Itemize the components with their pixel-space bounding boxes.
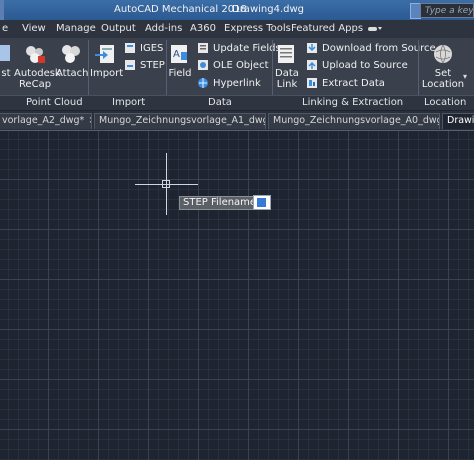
doc-tab-a1[interactable]: Mungo_Zeichnungsvorlage_A1_dwg*×	[94, 113, 266, 129]
group-label-linking-extraction: Linking & Extraction	[302, 97, 404, 108]
group-label-data: Data	[208, 97, 232, 108]
iges-button[interactable]: IGES	[124, 42, 163, 56]
data-link-button[interactable]: Data Link	[274, 43, 300, 90]
import-icon	[95, 45, 114, 63]
ole-object-icon	[198, 60, 208, 70]
extract-data-icon	[307, 78, 317, 88]
step-icon	[125, 60, 135, 70]
hyperlink-icon	[198, 78, 208, 88]
document-title: Drawing4.dwg	[232, 4, 304, 15]
import-button[interactable]: Import	[90, 43, 123, 79]
download-from-source-button[interactable]: Download from Source	[306, 42, 436, 56]
point-cloud-icon	[0, 45, 10, 61]
iges-icon	[125, 43, 135, 53]
tab-express-tools[interactable]: Express Tools	[224, 23, 291, 34]
upload-to-source-button[interactable]: Upload to Source	[306, 59, 408, 73]
step-button[interactable]: STEP	[124, 59, 165, 73]
set-location-button[interactable]: Set Location	[420, 43, 466, 90]
recap-icon	[26, 46, 45, 63]
doc-tab-a2[interactable]: vorlage_A2_dwg*×	[0, 113, 92, 129]
doc-tab-active[interactable]: Drawi	[442, 113, 474, 129]
app-title: AutoCAD Mechanical 2018	[114, 4, 247, 15]
tab-overflow-dropdown[interactable]	[368, 24, 382, 36]
tab-output[interactable]: Output	[101, 23, 136, 34]
step-filename-input[interactable]	[253, 195, 271, 210]
data-link-icon	[278, 45, 294, 63]
extract-data-button[interactable]: Extract Data	[306, 77, 385, 91]
field-button[interactable]: A Field	[168, 43, 192, 79]
hyperlink-button[interactable]: Hyperlink	[197, 77, 261, 91]
drawing-canvas[interactable]	[0, 131, 474, 460]
doc-tab-a0[interactable]: Mungo_Zeichnungsvorlage_A0_dwg*×	[268, 113, 440, 129]
ribbon-tab-bar: e View Manage Output Add-ins A360 Expres…	[0, 20, 474, 39]
close-icon[interactable]: ×	[88, 115, 91, 126]
ribbon-group-labels: Point Cloud Import Data Linking & Extrac…	[0, 95, 474, 110]
document-tab-bar: vorlage_A2_dwg*× Mungo_Zeichnungsvorlage…	[0, 111, 474, 131]
upload-icon	[307, 60, 317, 70]
download-icon	[307, 43, 317, 53]
search-input[interactable]: Type a keyword	[420, 3, 474, 18]
attach-button[interactable]: Attach	[56, 43, 88, 79]
group-label-import: Import	[112, 97, 146, 108]
group-label-location: Location	[424, 97, 467, 108]
location-dropdown-icon[interactable]: ▾	[463, 72, 467, 81]
group-label-point-cloud: Point Cloud	[26, 97, 83, 108]
tab-manage[interactable]: Manage	[56, 23, 96, 34]
crosshair-pickbox	[162, 180, 170, 188]
update-fields-button[interactable]: Update Fields	[197, 42, 281, 56]
update-fields-icon	[198, 43, 208, 53]
tab-featured-apps[interactable]: Featured Apps	[291, 23, 363, 34]
tab-truncated[interactable]: e	[2, 23, 8, 34]
tab-a360[interactable]: A360	[190, 23, 216, 34]
tab-add-ins[interactable]: Add-ins	[145, 23, 182, 34]
field-icon: A	[171, 45, 187, 63]
globe-icon	[434, 44, 452, 64]
title-bar: AutoCAD Mechanical 2018 Drawing4.dwg Typ…	[0, 0, 474, 20]
dynamic-input-prompt: STEP Filename:	[179, 196, 264, 210]
quick-access-stub[interactable]	[0, 0, 4, 20]
input-selection-highlight	[257, 198, 266, 207]
svg-text:A: A	[173, 49, 180, 60]
tab-view[interactable]: View	[22, 23, 46, 34]
attach-icon	[62, 45, 80, 63]
point-cloud-button-truncated[interactable]: st	[0, 43, 12, 79]
autodesk-recap-button[interactable]: Autodesk ReCap	[14, 43, 61, 90]
ole-object-button[interactable]: OLE Object	[197, 59, 269, 73]
